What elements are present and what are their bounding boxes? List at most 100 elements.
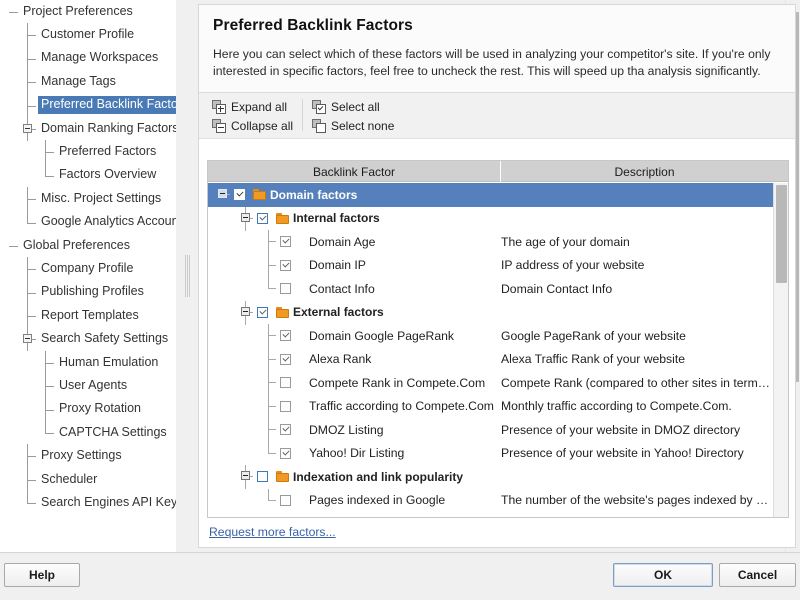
ok-button[interactable]: OK (613, 563, 713, 587)
cell-backlink-factor[interactable]: Indexation and link popularity (208, 465, 501, 489)
select-none-label: Select none (331, 119, 394, 133)
table-row[interactable]: Pages indexed in GoogleThe number of the… (208, 489, 789, 513)
factor-name: Yahoo! Dir Listing (309, 446, 404, 460)
cell-backlink-factor[interactable]: External factors (208, 301, 501, 325)
row-checkbox[interactable] (280, 236, 291, 247)
cell-backlink-factor[interactable]: Domain Google PageRank (208, 324, 501, 348)
row-checkbox[interactable] (234, 189, 245, 200)
sidebar-item-misc-project-settings[interactable]: Misc. Project Settings (0, 187, 176, 210)
cell-backlink-factor[interactable]: Pages indexed in Google (208, 489, 501, 513)
row-checkbox[interactable] (257, 213, 268, 224)
sidebar-item-label: Report Templates (38, 307, 142, 325)
request-more-factors-link[interactable]: Request more factors... (209, 525, 336, 539)
tree-collapse-icon[interactable] (218, 189, 227, 198)
tree-connector (268, 254, 269, 278)
row-checkbox[interactable] (280, 401, 291, 412)
tree-connector (268, 230, 269, 254)
sidebar-item-label: Search Safety Settings (38, 330, 171, 348)
row-checkbox[interactable] (280, 377, 291, 388)
sidebar-item-google-analytics-account[interactable]: Google Analytics Account (0, 211, 176, 234)
sidebar-item-global-preferences[interactable]: Global Preferences (0, 234, 176, 257)
select-all-button[interactable]: Select all (309, 97, 397, 116)
help-button[interactable]: Help (4, 563, 80, 587)
sidebar-item-report-templates[interactable]: Report Templates (0, 304, 176, 327)
tree-collapse-icon[interactable] (241, 471, 250, 480)
table-scrollbar[interactable] (773, 183, 788, 518)
panel-splitter[interactable] (176, 0, 198, 552)
select-none-button[interactable]: Select none (309, 116, 397, 135)
cell-backlink-factor[interactable]: Yahoo! Dir Listing (208, 442, 501, 466)
expand-all-button[interactable]: Expand all (209, 97, 296, 116)
cell-backlink-factor[interactable]: Compete Rank in Compete.Com (208, 371, 501, 395)
row-checkbox[interactable] (280, 354, 291, 365)
sidebar-item-proxy-rotation[interactable]: Proxy Rotation (0, 398, 176, 421)
sidebar-item-project-preferences[interactable]: Project Preferences (0, 0, 176, 23)
sidebar-item-manage-tags[interactable]: Manage Tags (0, 70, 176, 93)
collapse-all-button[interactable]: Collapse all (209, 116, 296, 135)
sidebar-item-publishing-profiles[interactable]: Publishing Profiles (0, 281, 176, 304)
tree-connector (45, 363, 54, 364)
tree-collapse-icon[interactable] (241, 307, 250, 316)
row-checkbox[interactable] (257, 307, 268, 318)
sidebar-item-proxy-settings[interactable]: Proxy Settings (0, 444, 176, 467)
navigation-sidebar[interactable]: Project PreferencesCustomer ProfileManag… (0, 0, 176, 552)
cell-backlink-factor[interactable]: DMOZ Listing (208, 418, 501, 442)
table-row[interactable]: External factors (208, 301, 789, 325)
sidebar-item-captcha-settings[interactable]: CAPTCHA Settings (0, 421, 176, 444)
cell-backlink-factor[interactable]: Alexa Rank (208, 348, 501, 372)
sidebar-item-search-engines-api-keys[interactable]: Search Engines API Keys (0, 491, 176, 514)
table-scrollbar-thumb[interactable] (776, 185, 787, 283)
cell-backlink-factor[interactable]: Domain factors (208, 183, 501, 207)
sidebar-tree[interactable]: Project PreferencesCustomer ProfileManag… (0, 0, 176, 515)
cell-backlink-factor[interactable]: Domain IP (208, 254, 501, 278)
table-row[interactable]: Contact InfoDomain Contact Info (208, 277, 789, 301)
cell-backlink-factor[interactable]: Internal factors (208, 207, 501, 231)
factors-table[interactable]: Backlink Factor Description Domain facto… (207, 160, 789, 518)
column-header-backlink-factor[interactable]: Backlink Factor (208, 161, 501, 182)
table-row[interactable]: Alexa RankAlexa Traffic Rank of your web… (208, 348, 789, 372)
row-checkbox[interactable] (280, 260, 291, 271)
table-row[interactable]: Compete Rank in Compete.ComCompete Rank … (208, 371, 789, 395)
column-header-description[interactable]: Description (501, 161, 788, 182)
table-body[interactable]: Domain factorsInternal factorsDomain Age… (208, 183, 789, 518)
sidebar-item-preferred-factors[interactable]: Preferred Factors (0, 140, 176, 163)
sidebar-item-domain-ranking-factors[interactable]: Domain Ranking Factors (0, 117, 176, 140)
table-row[interactable]: Domain IPIP address of your website (208, 254, 789, 278)
cell-backlink-factor[interactable]: Traffic according to Compete.Com (208, 395, 501, 419)
cell-backlink-factor[interactable]: Domain Age (208, 230, 501, 254)
row-checkbox[interactable] (280, 424, 291, 435)
table-row[interactable]: Domain factors (208, 183, 789, 207)
row-checkbox[interactable] (280, 495, 291, 506)
sidebar-item-human-emulation[interactable]: Human Emulation (0, 351, 176, 374)
sidebar-item-company-profile[interactable]: Company Profile (0, 257, 176, 280)
toolbar-separator (302, 99, 303, 131)
factor-name: Compete Rank in Compete.Com (309, 376, 485, 390)
row-checkbox[interactable] (257, 471, 268, 482)
table-row[interactable]: Yahoo! Dir ListingPresence of your websi… (208, 442, 789, 466)
table-row[interactable]: Internal factors (208, 207, 789, 231)
tree-connector (268, 500, 276, 501)
sidebar-item-factors-overview[interactable]: Factors Overview (0, 164, 176, 187)
row-checkbox[interactable] (280, 448, 291, 459)
tree-collapse-icon[interactable] (23, 334, 32, 343)
sidebar-item-preferred-backlink-factors[interactable]: Preferred Backlink Factors (0, 94, 176, 117)
table-row[interactable]: Domain Google PageRankGoogle PageRank of… (208, 324, 789, 348)
tree-connector (268, 406, 276, 407)
row-checkbox[interactable] (280, 283, 291, 294)
cancel-button[interactable]: Cancel (719, 563, 796, 587)
tree-collapse-icon[interactable] (23, 124, 32, 133)
sidebar-item-manage-workspaces[interactable]: Manage Workspaces (0, 47, 176, 70)
table-row[interactable]: Traffic according to Compete.ComMonthly … (208, 395, 789, 419)
cell-backlink-factor[interactable]: Contact Info (208, 277, 501, 301)
sidebar-item-customer-profile[interactable]: Customer Profile (0, 23, 176, 46)
tree-collapse-icon[interactable] (241, 213, 250, 222)
row-checkbox[interactable] (280, 330, 291, 341)
factor-name: Domain Age (309, 235, 375, 249)
tree-connector (27, 70, 28, 94)
table-row[interactable]: Indexation and link popularity (208, 465, 789, 489)
table-row[interactable]: DMOZ ListingPresence of your website in … (208, 418, 789, 442)
sidebar-item-scheduler[interactable]: Scheduler (0, 468, 176, 491)
sidebar-item-user-agents[interactable]: User Agents (0, 374, 176, 397)
sidebar-item-search-safety-settings[interactable]: Search Safety Settings (0, 327, 176, 350)
table-row[interactable]: Domain AgeThe age of your domain (208, 230, 789, 254)
